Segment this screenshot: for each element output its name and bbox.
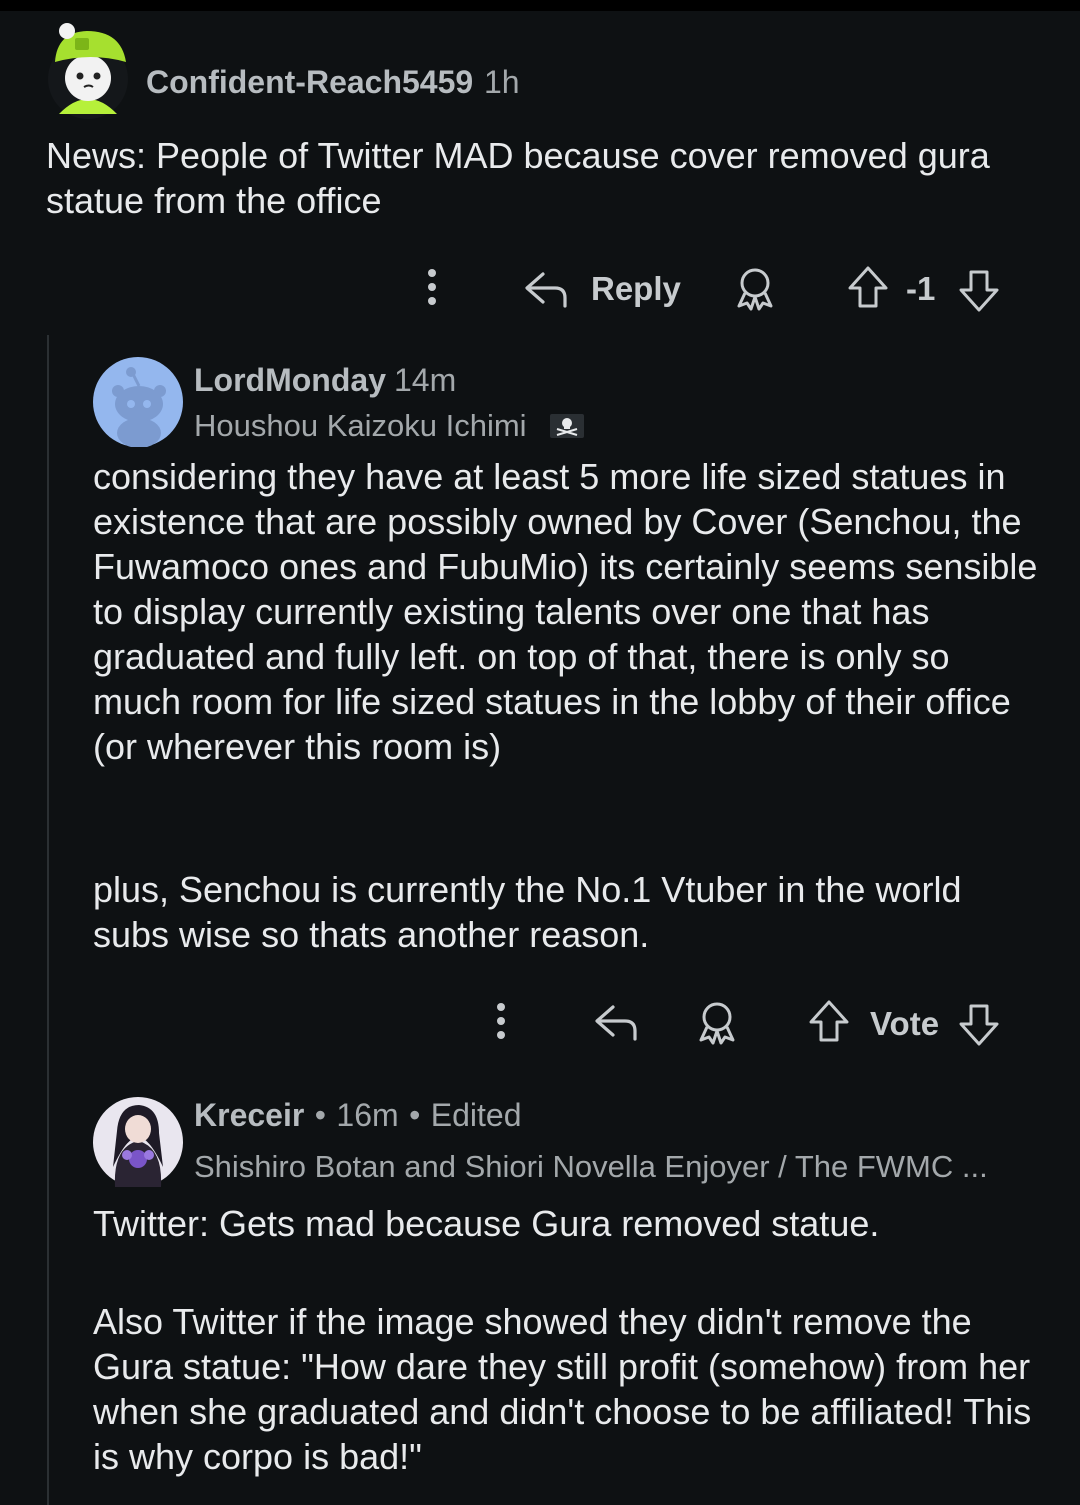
comment-author[interactable]: LordMonday (194, 362, 386, 399)
comment-timestamp: 16m (336, 1097, 399, 1133)
downvote-button[interactable] (956, 1000, 1002, 1048)
more-options-button[interactable] (487, 1000, 515, 1044)
avatar[interactable] (93, 357, 183, 447)
comment-text: Also Twitter if the image showed they di… (93, 1301, 1032, 1477)
flair-text: Houshou Kaizoku Ichimi (194, 408, 527, 443)
comment-timestamp: 1h (484, 64, 520, 100)
user-flair: Shishiro Botan and Shiori Novella Enjoye… (194, 1149, 988, 1184)
downvote-button[interactable] (956, 266, 1002, 314)
award-icon (699, 1002, 735, 1045)
avatar[interactable] (45, 18, 131, 122)
comment-text: Twitter: Gets mad because Gura removed s… (93, 1203, 880, 1244)
downvote-icon (959, 270, 999, 312)
downvote-icon (959, 1004, 999, 1046)
pirate-flag-icon (550, 414, 584, 438)
comment-timestamp: 14m (394, 362, 457, 398)
more-icon (428, 269, 436, 305)
edited-label: Edited (430, 1097, 522, 1133)
vote-score: -1 (906, 270, 936, 307)
separator-dot: • (314, 1097, 326, 1133)
reply-button[interactable] (593, 1003, 639, 1045)
award-button[interactable] (733, 266, 777, 312)
avatar[interactable] (93, 1097, 183, 1187)
more-icon (497, 1003, 505, 1039)
separator-dot: • (409, 1097, 421, 1133)
comment-author[interactable]: Confident-Reach5459 (146, 64, 473, 101)
upvote-button[interactable] (845, 264, 891, 312)
comment-author[interactable]: Kreceir (194, 1097, 304, 1133)
reply-label: Reply (591, 270, 681, 307)
comment-text: News: People of Twitter MAD because cove… (46, 135, 990, 221)
status-bar-edge (0, 0, 1080, 11)
comment-header: Kreceir • 16m • Edited (194, 1097, 522, 1134)
vote-score: Vote (870, 1005, 940, 1042)
reply-button[interactable]: Reply (523, 268, 683, 312)
comment-text: considering they have at least 5 more li… (93, 456, 1038, 767)
user-flair: Houshou Kaizoku Ichimi (194, 408, 584, 444)
upvote-icon (809, 1000, 849, 1042)
comment-text: plus, Senchou is currently the No.1 Vtub… (93, 869, 962, 955)
upvote-button[interactable] (806, 998, 852, 1046)
award-button[interactable] (695, 1000, 739, 1046)
reply-icon (525, 272, 567, 308)
reply-icon (595, 1005, 637, 1041)
upvote-icon (848, 266, 888, 308)
award-icon (737, 268, 773, 311)
more-options-button[interactable] (418, 266, 446, 310)
thread-line[interactable] (47, 335, 49, 1505)
